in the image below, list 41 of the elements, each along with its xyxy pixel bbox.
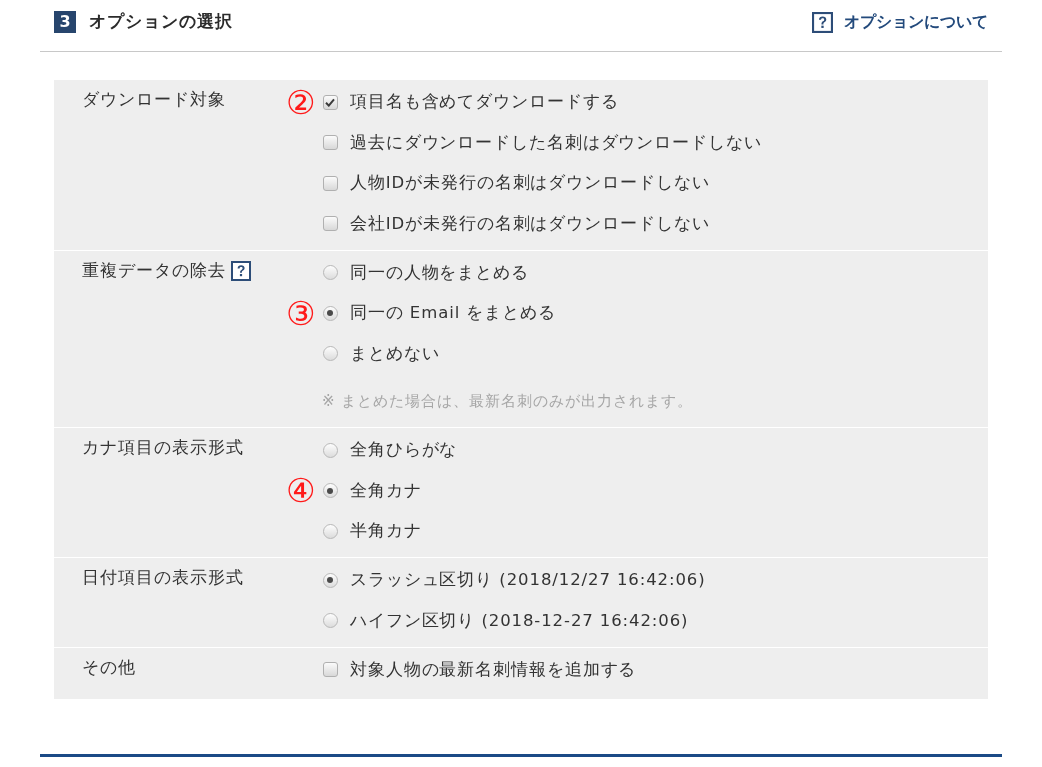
- radio-button[interactable]: [322, 442, 338, 458]
- radio-button[interactable]: [322, 483, 338, 498]
- choice-label[interactable]: ハイフン区切り (2018-12-27 16:42:06): [350, 608, 689, 633]
- choice-label[interactable]: 人物IDが未発行の名刺はダウンロードしない: [350, 171, 710, 195]
- radio-button[interactable]: [322, 346, 338, 361]
- radio-button[interactable]: [322, 572, 338, 588]
- choice-label[interactable]: 半角カナ: [350, 519, 422, 543]
- checkbox[interactable]: [322, 175, 338, 191]
- checkbox[interactable]: [322, 94, 338, 110]
- annotation-number: ②: [286, 85, 316, 119]
- help-icon[interactable]: [231, 260, 251, 281]
- checkbox[interactable]: [322, 216, 338, 231]
- choice-label[interactable]: 会社IDが未発行の名刺はダウンロードしない: [350, 211, 710, 236]
- radio-button[interactable]: [322, 265, 338, 280]
- choice-label[interactable]: まとめない: [350, 341, 440, 366]
- option-label: 日付項目の表示形式: [82, 567, 244, 589]
- option-label: 重複データの除去: [82, 259, 226, 282]
- choice-label[interactable]: 全角ひらがな: [350, 438, 458, 462]
- options-help-link[interactable]: オプションについて: [812, 11, 988, 33]
- choice-label[interactable]: スラッシュ区切り (2018/12/27 16:42:06): [350, 568, 706, 592]
- choice-label[interactable]: 過去にダウンロードした名刺はダウンロードしない: [350, 130, 762, 155]
- annotation-number: ③: [286, 296, 316, 330]
- check-icon: [325, 97, 335, 107]
- radio-button[interactable]: [322, 305, 338, 321]
- choice-label[interactable]: 全角カナ: [350, 478, 422, 503]
- radio-button[interactable]: [322, 523, 338, 539]
- checkbox[interactable]: [322, 135, 338, 150]
- radio-button[interactable]: [322, 613, 338, 628]
- section-title: オプションの選択: [89, 11, 233, 33]
- choice-label[interactable]: 項目名も含めてダウンロードする: [350, 90, 619, 114]
- section-number: 3: [54, 11, 76, 33]
- note-text: ※ まとめた場合は、最新名刺のみが出力されます。: [322, 391, 694, 412]
- choice-label[interactable]: 同一の Email をまとめる: [350, 301, 556, 325]
- option-label: その他: [82, 656, 136, 679]
- option-label: カナ項目の表示形式: [82, 437, 244, 459]
- option-label: ダウンロード対象: [82, 89, 226, 111]
- checkbox[interactable]: [322, 662, 338, 677]
- annotation-number: ④: [286, 474, 316, 507]
- help-icon[interactable]: [812, 11, 833, 33]
- choice-label[interactable]: 同一の人物をまとめる: [350, 260, 529, 285]
- choice-label[interactable]: 対象人物の最新名刺情報を追加する: [350, 657, 637, 682]
